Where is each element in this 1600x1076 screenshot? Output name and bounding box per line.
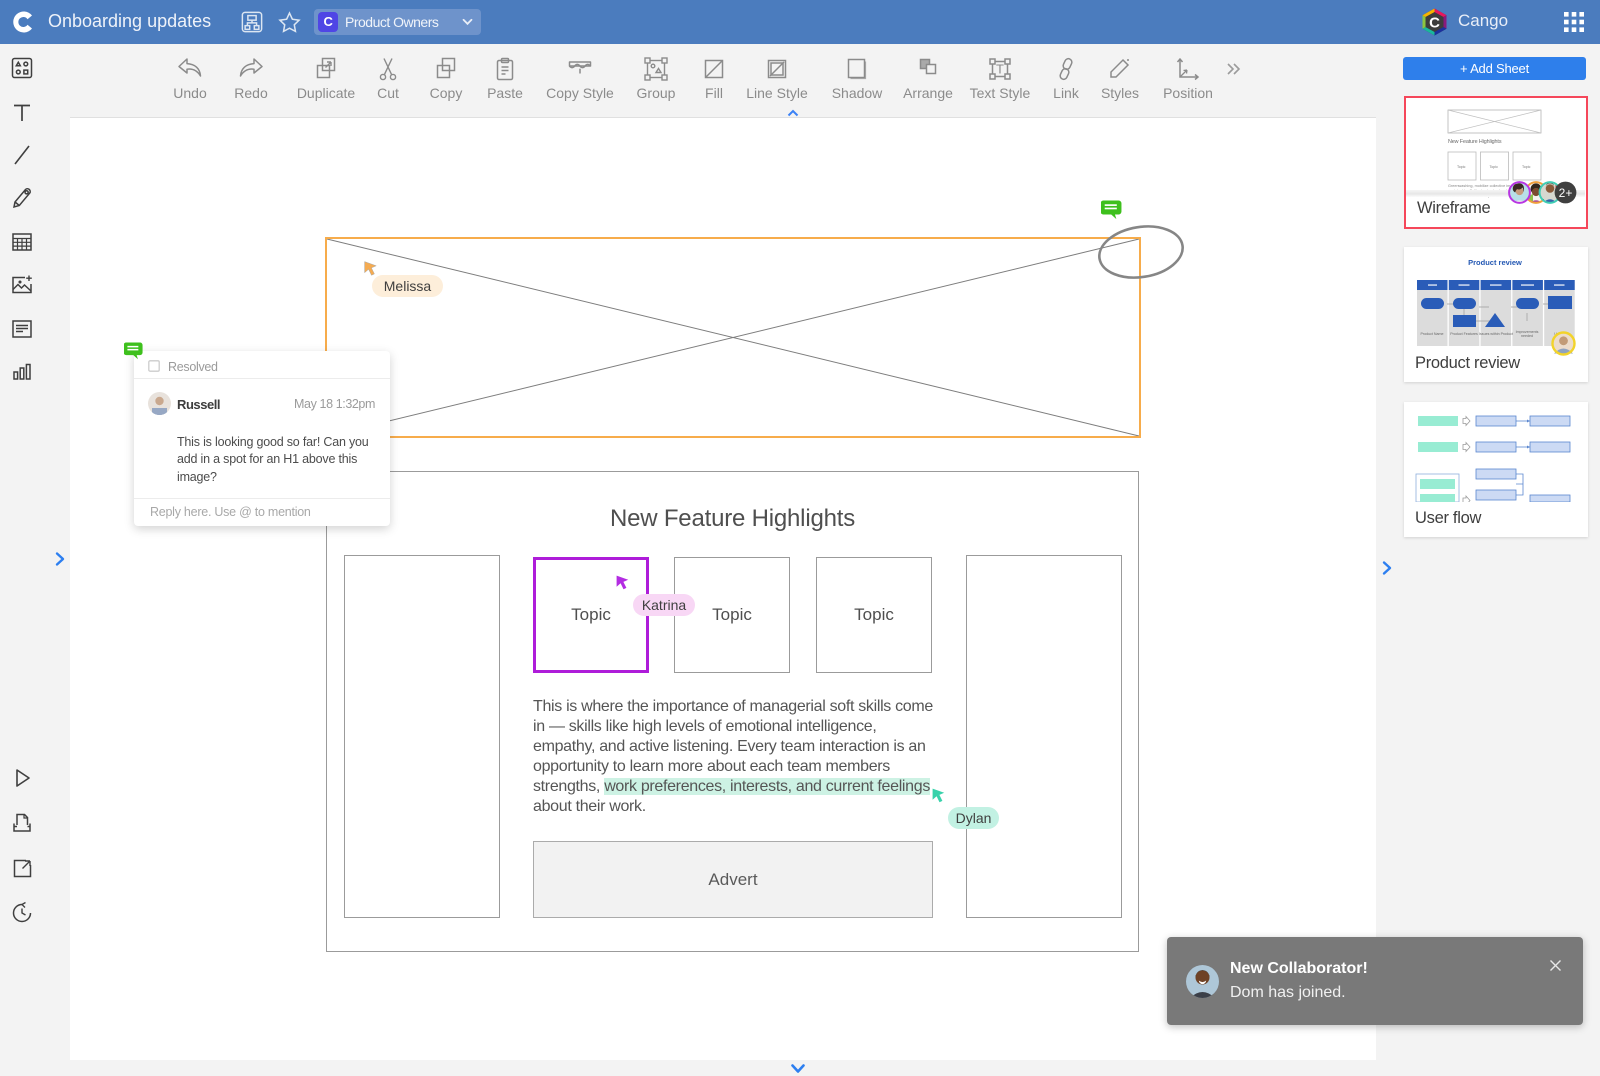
svg-text:Topic: Topic [1490, 165, 1499, 169]
svg-text:New Feature Highlights: New Feature Highlights [1448, 139, 1502, 145]
svg-text:Product Name: Product Name [1421, 332, 1444, 336]
svg-text:C: C [1429, 15, 1440, 32]
svg-text:Topic: Topic [1457, 165, 1466, 169]
svg-text:2+: 2+ [1559, 186, 1573, 200]
svg-text:needed: needed [1521, 334, 1533, 338]
svg-text:Product review: Product review [1468, 258, 1522, 267]
svg-text:Product Features: Product Features [1450, 332, 1478, 336]
svg-text:Greenwashing, mobilize collect: Greenwashing, mobilize collective im [1448, 184, 1510, 188]
svg-text:T: T [996, 62, 1004, 77]
svg-text:Issues within Product: Issues within Product [1479, 332, 1513, 336]
svg-text:Topic: Topic [1522, 165, 1531, 169]
